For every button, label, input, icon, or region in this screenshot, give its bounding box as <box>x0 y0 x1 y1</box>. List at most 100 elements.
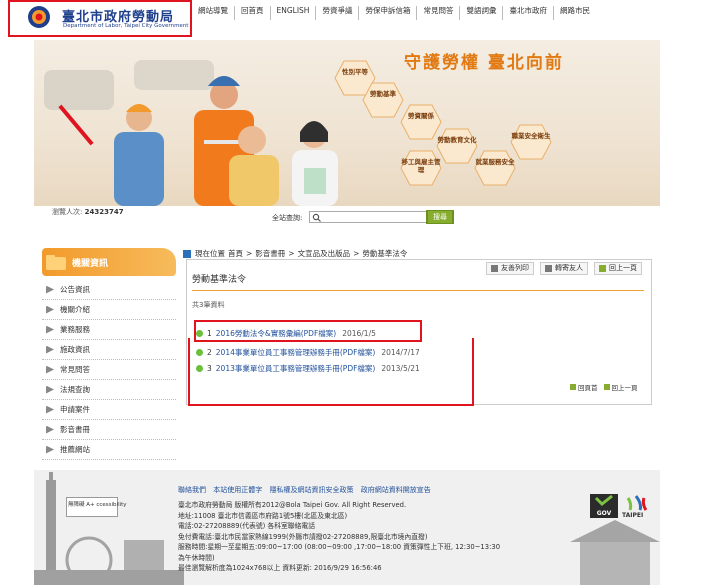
sidebar-item-label: 業務服務 <box>60 325 90 334</box>
footer-hours-cont: 為午休時間) <box>178 553 215 562</box>
sidebar-item-label: 施政資訊 <box>60 345 90 354</box>
department-logo-icon[interactable] <box>24 4 54 30</box>
hex-shape <box>436 128 478 164</box>
breadcrumb-current: 勞動基準法令 <box>362 249 408 258</box>
nav-taipei-gov[interactable]: 臺北市政府 <box>502 6 553 20</box>
total-count: 共3筆資料 <box>192 301 225 309</box>
arrow-icon <box>46 345 54 354</box>
search-icon <box>312 213 321 222</box>
nav-faq[interactable]: 常見問答 <box>416 6 459 20</box>
back-button[interactable]: 回上一頁 <box>594 262 642 275</box>
hex-label-safety[interactable]: 職業安全衛生 <box>511 132 551 140</box>
hex-shape <box>362 82 404 118</box>
footer-info: 臺北市政府勞動局 版權所有2012@Bola Taipei Gov. All R… <box>178 500 500 574</box>
page-title: 勞動基準法令 <box>192 275 247 285</box>
sidebar-item-policy[interactable]: 施政資訊 <box>42 340 176 360</box>
gov-check-icon <box>594 494 613 507</box>
nav-complaint-mailbox[interactable]: 勞保申訴信箱 <box>358 6 416 20</box>
footer-privacy-link[interactable]: 隱私權及網站資訊安全政策 <box>269 486 353 494</box>
sidebar-item-services[interactable]: 業務服務 <box>42 320 176 340</box>
nav-english[interactable]: ENGLISH <box>269 6 316 20</box>
nav-e-citizen[interactable]: 網路市民 <box>552 6 596 20</box>
breadcrumb-separator: > <box>353 249 360 258</box>
footer-address: 地址:11008 臺北市信義區市府路1號5樓(北區及東北區) <box>178 511 348 520</box>
hex-label-employment[interactable]: 就業服務安全 <box>475 158 515 166</box>
hex-label-gender[interactable]: 性別平等 <box>335 68 375 76</box>
to-top-link[interactable]: 回頁首 <box>570 382 598 392</box>
banner-slogan: 守護勞權 臺北向前 <box>404 53 564 73</box>
sidebar-item-announcements[interactable]: 公告資訊 <box>42 280 176 300</box>
back-link[interactable]: 回上一頁 <box>603 382 638 392</box>
search-input[interactable] <box>309 211 427 223</box>
nav-glossary[interactable]: 雙語詞彙 <box>459 6 502 20</box>
footer-copyright: 臺北市政府勞動局 版權所有2012@Bola Taipei Gov. All R… <box>178 501 407 509</box>
visit-count: 24323747 <box>84 208 124 216</box>
up-icon <box>570 384 576 390</box>
sidebar-item-about[interactable]: 機關介紹 <box>42 300 176 320</box>
sidebar-item-links[interactable]: 推薦網站 <box>42 440 176 460</box>
footer-contact-link[interactable]: 聯絡我們 <box>178 486 206 494</box>
breadcrumb-separator: > <box>288 249 295 258</box>
forward-button[interactable]: 轉寄友人 <box>540 262 588 275</box>
sidebar-item-faq[interactable]: 常見問答 <box>42 360 176 380</box>
nav-labor-dispute[interactable]: 勞資爭議 <box>315 6 358 20</box>
hex-label-migrant[interactable]: 移工與雇主管理 <box>401 158 441 174</box>
arrow-icon <box>46 385 54 394</box>
top-navigation: 網站導覽 回首頁 ENGLISH 勞資爭議 勞保申訴信箱 常見問答 雙語詞彙 臺… <box>192 6 712 20</box>
arrow-icon <box>46 425 54 434</box>
taipei-logo-icon[interactable] <box>622 494 652 524</box>
title-divider <box>192 290 644 291</box>
breadcrumb-separator: > <box>246 249 253 258</box>
nav-home[interactable]: 回首頁 <box>234 6 270 20</box>
footer-hours: 服務時間:星期一至星期五:09:00~17:00 (08:00~09:00 ,1… <box>178 543 501 551</box>
footer-phone: 電話:02-27208889(代表號) 各科室聯絡電話 <box>178 522 316 530</box>
sidebar-item-applications[interactable]: 申請案件 <box>42 400 176 420</box>
breadcrumb-publications[interactable]: 文宣品及出版品 <box>298 248 351 259</box>
back-label: 回上一頁 <box>609 264 637 272</box>
arrow-icon <box>46 325 54 334</box>
arrow-icon <box>46 405 54 414</box>
taipei-skyline-illustration <box>34 472 184 585</box>
search-button[interactable]: 搜尋 <box>428 211 452 223</box>
footer-chinese-link[interactable]: 本站使用正體字 <box>213 486 262 494</box>
mail-icon <box>545 265 552 272</box>
sidebar-item-label: 影音書冊 <box>60 425 90 434</box>
folder-icon <box>46 255 66 270</box>
breadcrumb-media[interactable]: 影音書冊 <box>255 248 285 259</box>
sidebar-item-regulations[interactable]: 法規查詢 <box>42 380 176 400</box>
hex-label-standards[interactable]: 勞動基準 <box>363 90 403 98</box>
arrow-icon <box>46 285 54 294</box>
hex-label-relations[interactable]: 勞資關係 <box>401 112 441 120</box>
back-link-label: 回上一頁 <box>611 384 638 392</box>
breadcrumb-home[interactable]: 首頁 <box>228 248 243 259</box>
footer-open-data-link[interactable]: 政府網站資料開放宣告 <box>361 486 431 494</box>
sidebar-item-label: 機關介紹 <box>60 305 90 314</box>
search-label: 全站查詢: <box>272 214 303 222</box>
footer-resolution: 最佳瀏覽解析度為1024x768以上 資料更新: 2016/9/29 16:56… <box>178 564 382 572</box>
visit-counter: 瀏覽人次: 24323747 <box>52 207 124 217</box>
footer-links: 聯絡我們 本站使用正體字 隱私權及網站資訊安全政策 政府網站資料開放宣告 <box>178 485 436 495</box>
bottom-links: 回頁首 回上一頁 <box>564 382 638 392</box>
footer-hotline: 免付費電話:臺北市民當家熱線1999(外縣市請撥02-27208889,限臺北市… <box>178 532 428 541</box>
gov-logo[interactable]: GOV <box>590 494 618 518</box>
sidebar-item-media[interactable]: 影音書冊 <box>42 420 176 440</box>
accessibility-text: 無障礙 A+ ccessibility <box>68 502 127 508</box>
taipei-logo-text: TAIPEI <box>622 512 644 519</box>
sidebar-title: 機關資訊 <box>72 259 109 269</box>
sidebar-item-label: 常見問答 <box>60 365 90 374</box>
sidebar-item-label: 申請案件 <box>60 405 90 414</box>
print-button[interactable]: 友善列印 <box>486 262 534 275</box>
sidebar-item-label: 公告資訊 <box>60 285 90 294</box>
logo-subtitle: Department of Labor, Taipei City Governm… <box>63 23 189 29</box>
sidebar-menu: 公告資訊 機關介紹 業務服務 施政資訊 常見問答 法規查詢 申請案件 影音書冊 … <box>42 280 176 460</box>
arrow-icon <box>46 365 54 374</box>
printer-icon <box>491 265 498 272</box>
visit-label: 瀏覽人次: <box>52 208 83 216</box>
hex-shape <box>510 124 552 160</box>
arrow-icon <box>46 305 54 314</box>
hex-label-education[interactable]: 勞動教育文化 <box>437 136 477 144</box>
nav-site-map[interactable]: 網站導覽 <box>192 6 234 20</box>
sidebar-item-label: 法規查詢 <box>60 385 90 394</box>
highlight-box-list <box>188 338 474 406</box>
back-icon <box>599 265 606 272</box>
